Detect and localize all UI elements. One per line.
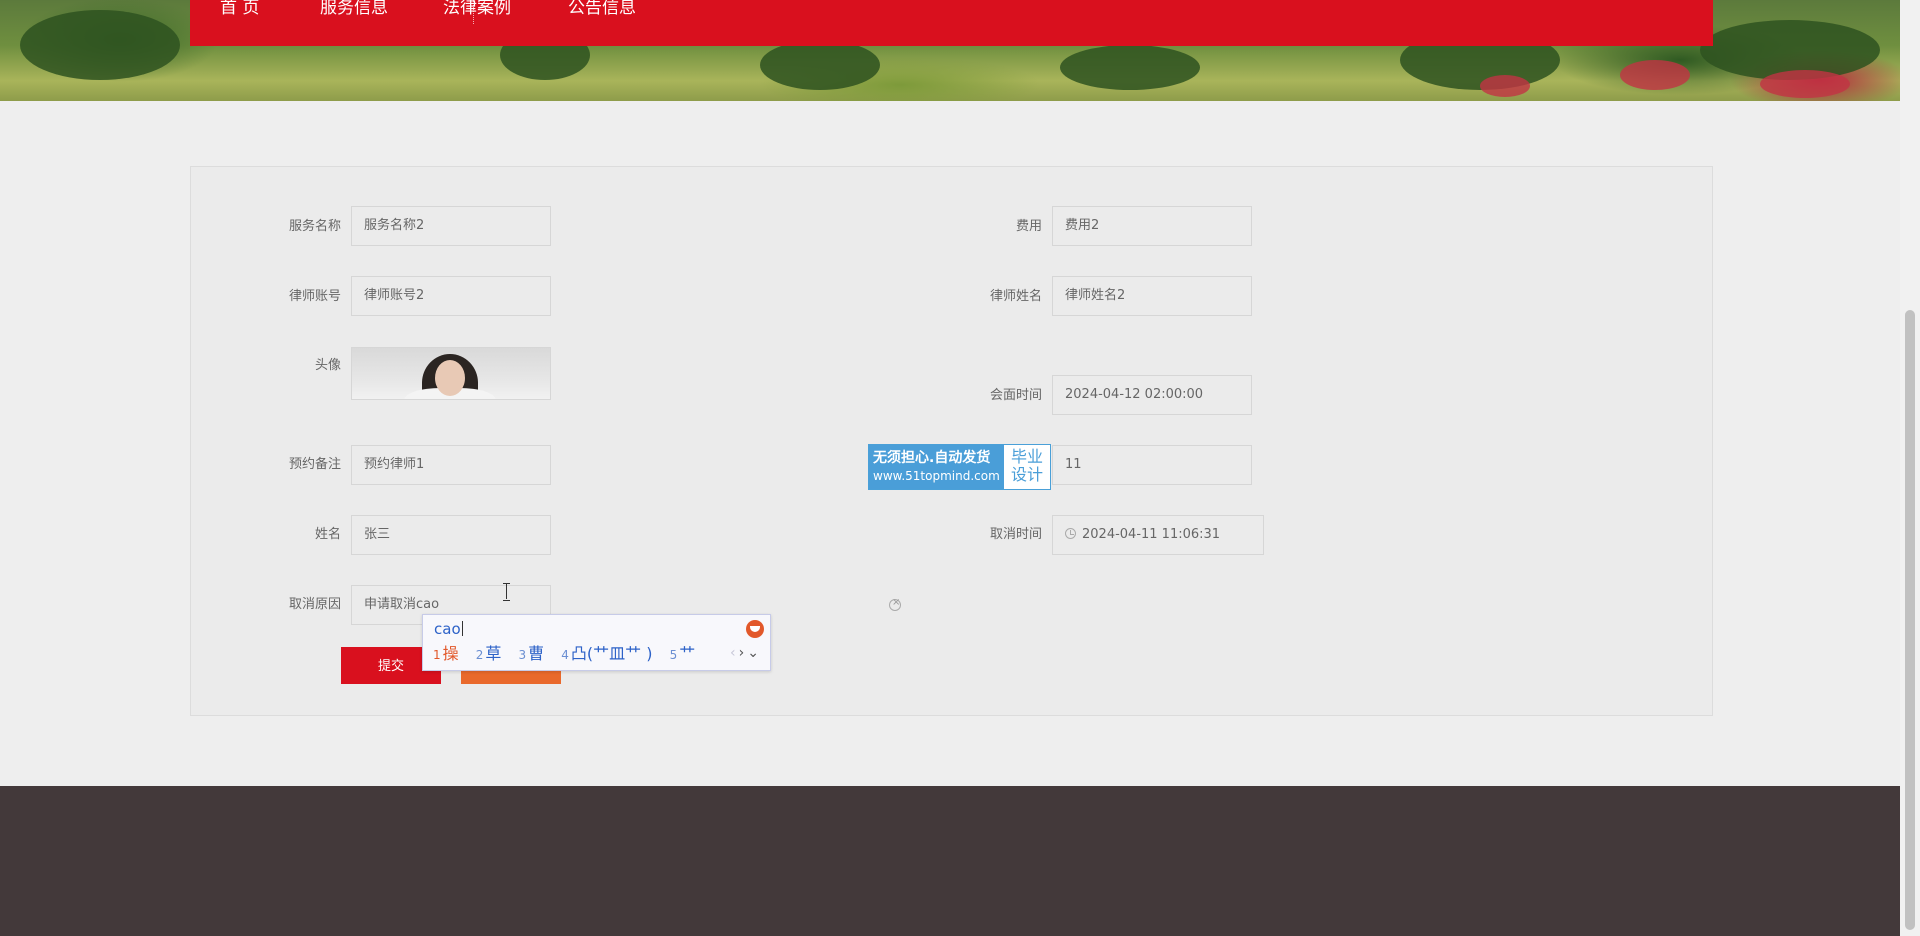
avatar-image[interactable] (351, 347, 551, 400)
label-fee: 费用 (1015, 219, 1042, 234)
booking-note-field[interactable]: 预约律师1 (351, 445, 551, 485)
ime-next-icon: › (738, 645, 748, 661)
name-field[interactable]: 张三 (351, 515, 551, 555)
cancel-time-field[interactable]: 2024-04-11 11:06:31 (1052, 515, 1264, 555)
label-booking-note: 预约备注 (288, 457, 341, 472)
page-footer (0, 786, 1900, 936)
ime-prev-icon: ‹ (730, 645, 739, 661)
label-name: 姓名 (314, 527, 341, 542)
watermark-right-bottom: 设计 (1010, 465, 1043, 484)
text-cursor-icon (503, 583, 510, 601)
watermark-right-top: 毕业 (1010, 447, 1043, 466)
main-navbar: 首 页 服务信息 法律案例 公告信息 (190, 0, 1713, 46)
ime-expand-icon: ⌄ (747, 645, 762, 661)
ime-page-nav[interactable]: ‹›⌄ (730, 645, 762, 661)
cancel-time-value: 2024-04-11 11:06:31 (1082, 527, 1221, 542)
scrollbar-thumb[interactable] (1905, 310, 1915, 930)
meeting-time-field[interactable]: 2024-04-12 02:00:00 (1052, 375, 1252, 415)
label-cancel-time: 取消时间 (989, 527, 1042, 542)
nav-home[interactable]: 首 页 (220, 0, 259, 20)
watermark-url: www.51topmind.com (873, 469, 1000, 483)
lawyer-account-field[interactable]: 律师账号2 (351, 276, 551, 316)
ime-candidate[interactable]: 4 凸(艹皿艹 ) (561, 644, 652, 663)
nav-service-info[interactable]: 服务信息 (320, 0, 388, 20)
clock-icon (1065, 528, 1076, 539)
status-field[interactable]: 11 (1052, 445, 1252, 485)
label-lawyer-account: 律师账号 (288, 289, 341, 304)
label-avatar: 头像 (314, 358, 341, 373)
nav-legal-cases[interactable]: 法律案例 (443, 0, 511, 20)
page-scrollbar[interactable] (1900, 0, 1920, 936)
ime-candidate[interactable]: 3曹 (519, 644, 545, 663)
booking-form-panel (190, 166, 1713, 716)
label-lawyer-name: 律师姓名 (989, 289, 1042, 304)
lawyer-name-field[interactable]: 律师姓名2 (1052, 276, 1252, 316)
ime-candidate-popup: cao 1操 2草 3曹 4 凸(艹皿艹 ) 5艹 ‹›⌄ (422, 614, 771, 671)
service-name-field[interactable]: 服务名称2 (351, 206, 551, 246)
watermark-banner: 无须担心.自动发货 www.51topmind.com 毕业 设计 (868, 444, 1051, 490)
ime-candidates: 1操 2草 3曹 4 凸(艹皿艹 ) 5艹 (433, 644, 707, 665)
ime-logo-icon[interactable] (746, 620, 764, 638)
label-service-name: 服务名称 (288, 219, 341, 234)
ime-candidate[interactable]: 2草 (476, 644, 502, 663)
label-cancel-reason: 取消原因 (288, 597, 341, 612)
fee-field[interactable]: 费用2 (1052, 206, 1252, 246)
ime-candidate[interactable]: 1操 (433, 644, 459, 663)
watermark-line1: 无须担心.自动发货 (873, 450, 991, 466)
nav-announcements[interactable]: 公告信息 (568, 0, 636, 20)
clear-icon[interactable] (889, 597, 901, 611)
ime-candidate[interactable]: 5艹 (670, 644, 696, 663)
label-meeting-time: 会面时间 (989, 388, 1042, 403)
ime-composition: cao (434, 620, 463, 638)
